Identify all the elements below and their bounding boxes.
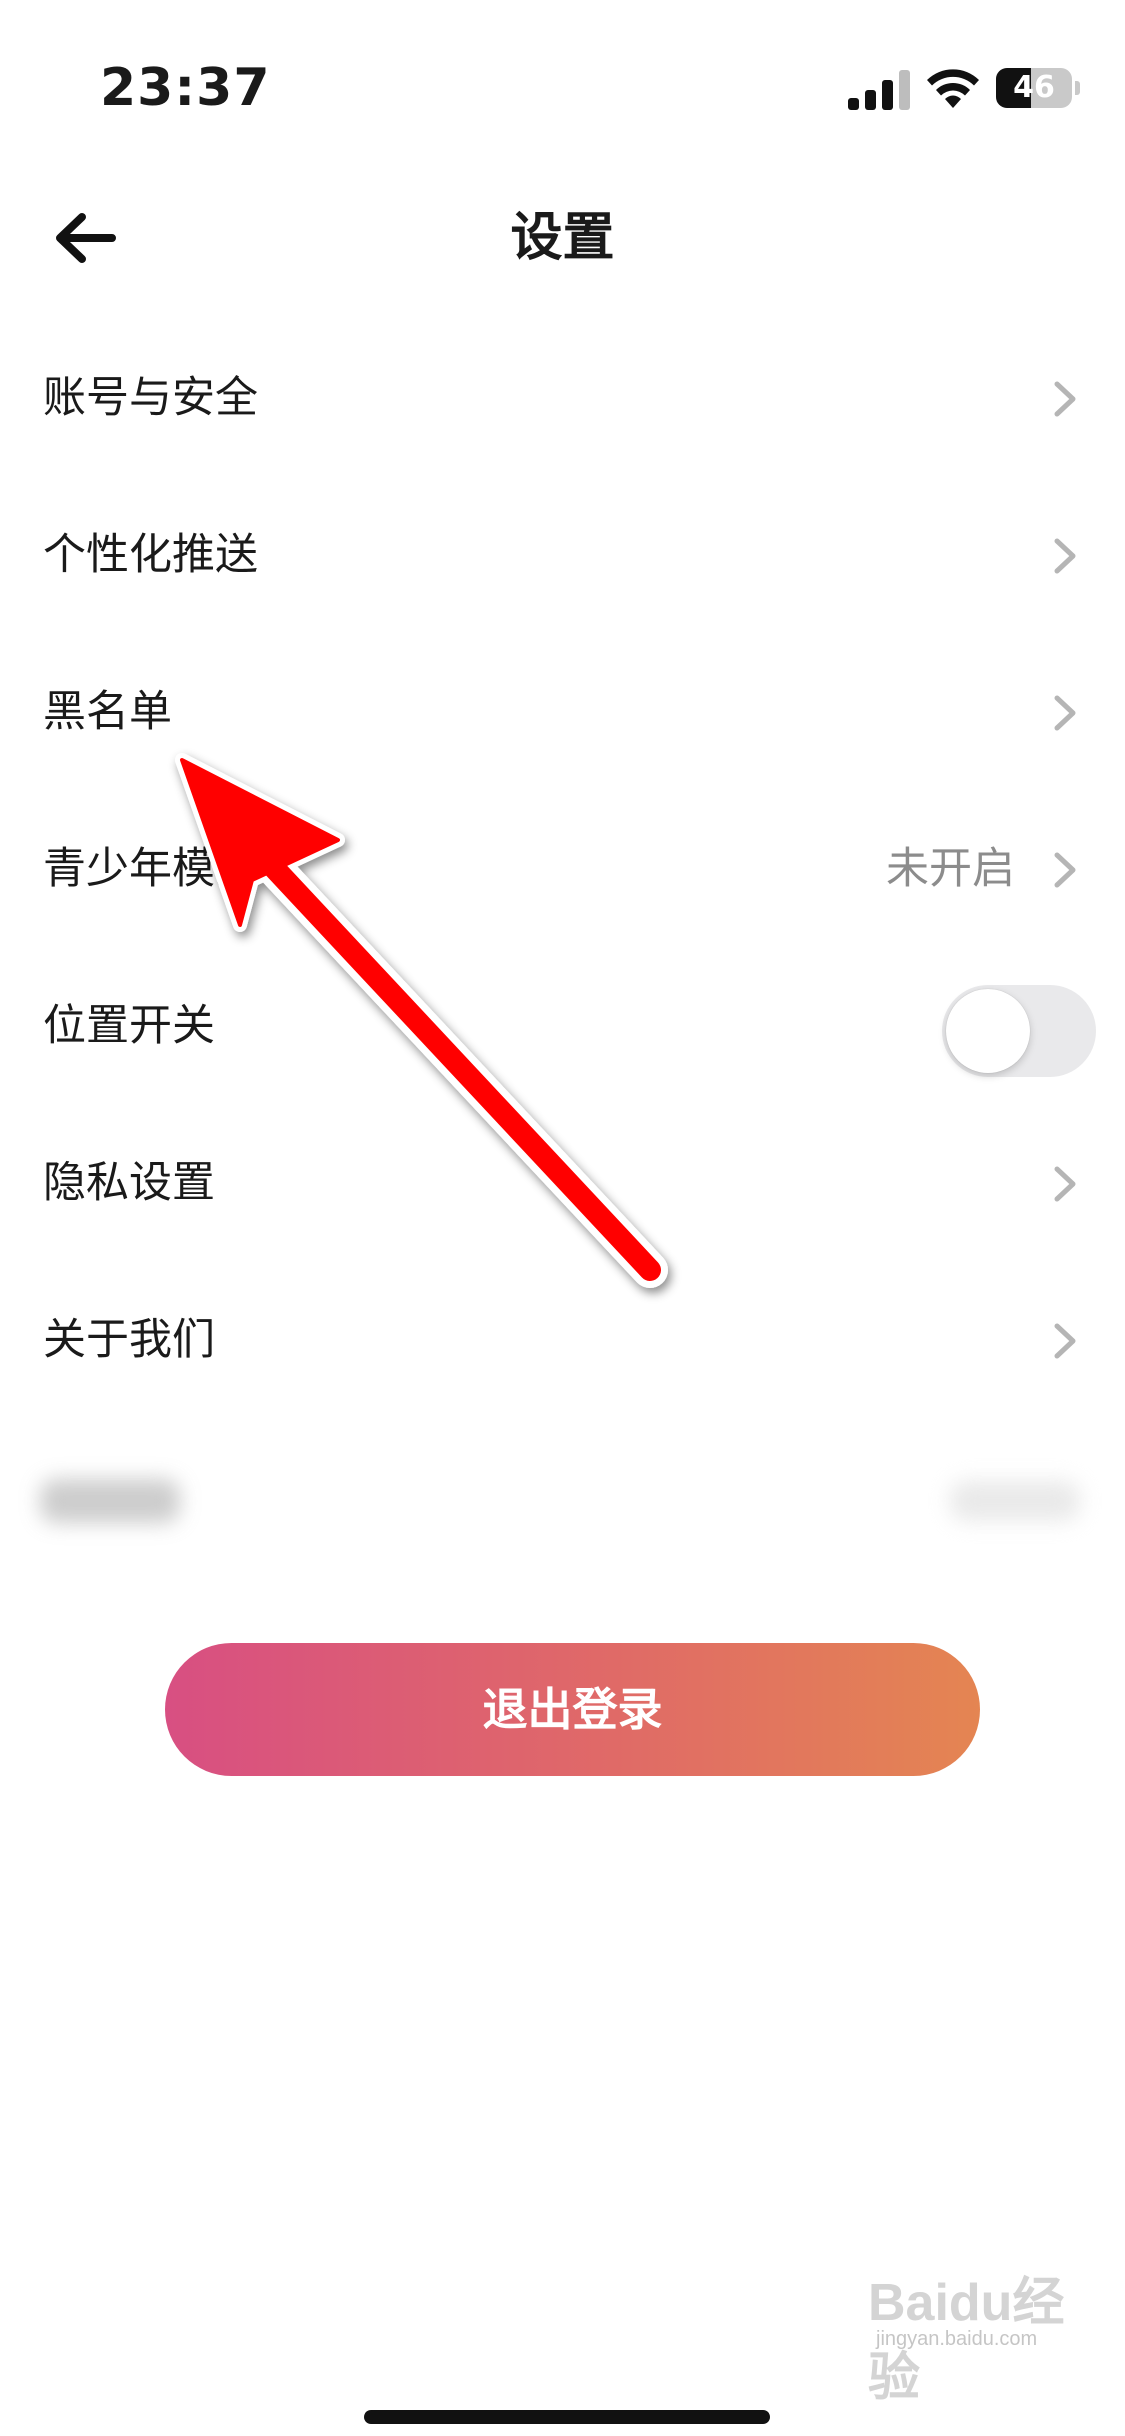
settings-item-teen-mode[interactable]: 青少年模式 未开启: [0, 791, 1125, 948]
battery-level: 46: [1013, 70, 1055, 105]
status-time: 23:37: [100, 58, 271, 118]
battery-body: 46: [996, 68, 1072, 108]
chevron-right-icon: [1054, 381, 1076, 417]
settings-item-label: 个性化推送: [43, 530, 258, 580]
chevron-right-icon: [1054, 1323, 1076, 1359]
settings-item-label: 隐私设置: [43, 1158, 215, 1208]
nav-bar: 设置: [0, 180, 1125, 300]
wifi-icon: [927, 69, 979, 108]
settings-item-about-us[interactable]: 关于我们: [0, 1262, 1125, 1419]
baidu-watermark: Baidu经验 jingyan.baidu.com: [868, 2240, 1098, 2407]
battery-icon: 46: [996, 68, 1080, 108]
settings-item-account-security[interactable]: 账号与安全: [0, 320, 1125, 477]
home-indicator: [364, 2410, 770, 2424]
settings-item-label: 黑名单: [43, 687, 172, 737]
settings-item-label: 关于我们: [43, 1315, 215, 1365]
logout-button[interactable]: 退出登录: [165, 1643, 980, 1776]
chevron-right-icon: [1054, 695, 1076, 731]
blurred-label: [40, 1479, 180, 1523]
settings-item-label: 青少年模式: [43, 844, 258, 894]
settings-list: 账号与安全 个性化推送 黑名单 青少年模式 未开启 位置开关 隐私设置 关于我们: [0, 320, 1125, 1576]
blurred-settings-row: [0, 1419, 1125, 1576]
watermark-subtext: jingyan.baidu.com: [876, 2328, 1038, 2350]
settings-item-location: 位置开关: [0, 948, 1125, 1105]
teen-mode-status: 未开启: [886, 844, 1015, 894]
back-arrow-icon: [56, 213, 116, 263]
toggle-knob: [946, 989, 1030, 1073]
page-title: 设置: [510, 208, 615, 268]
cellular-signal-icon: [848, 70, 910, 110]
settings-item-label: 位置开关: [43, 1001, 215, 1051]
location-toggle[interactable]: [942, 985, 1096, 1077]
battery-cap: [1075, 81, 1080, 95]
blurred-value: [950, 1481, 1080, 1521]
chevron-right-icon: [1054, 852, 1076, 888]
status-bar: 23:37 46: [0, 0, 1125, 180]
settings-item-privacy[interactable]: 隐私设置: [0, 1105, 1125, 1262]
chevron-right-icon: [1054, 538, 1076, 574]
settings-item-personalized-push[interactable]: 个性化推送: [0, 477, 1125, 634]
chevron-right-icon: [1054, 1166, 1076, 1202]
back-button[interactable]: [50, 208, 120, 268]
settings-item-blacklist[interactable]: 黑名单: [0, 634, 1125, 791]
settings-item-label: 账号与安全: [43, 373, 258, 423]
